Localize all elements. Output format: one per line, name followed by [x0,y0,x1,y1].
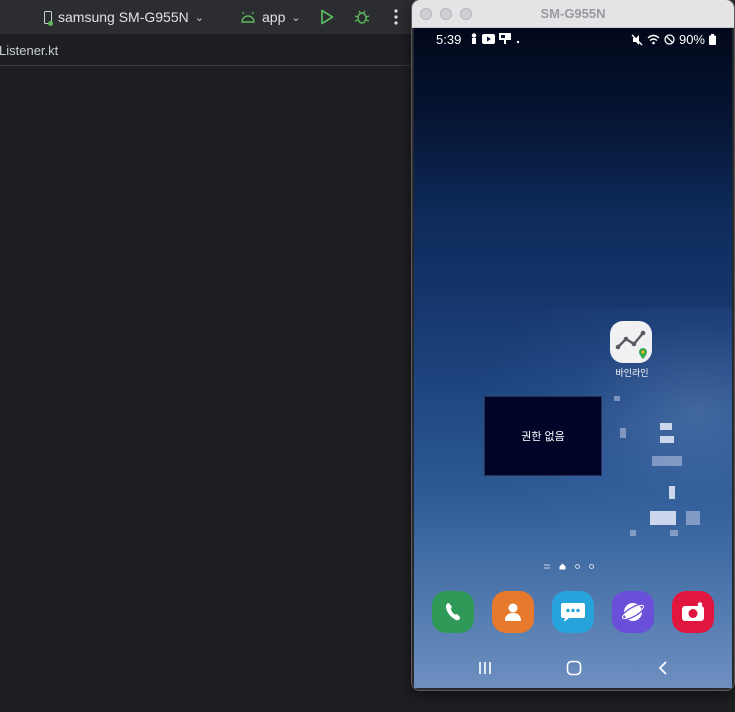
phone-app-icon[interactable] [432,591,474,633]
youtube-notification-icon [482,33,495,44]
home-icon [566,660,582,676]
dot-notification-icon [516,40,520,43]
recents-button[interactable] [472,656,498,680]
editor-tab-listener[interactable]: Listener.kt [0,43,58,58]
app-dock [432,591,718,633]
phone-device-icon [44,10,53,26]
contacts-app-icon[interactable] [492,591,534,633]
wifi-icon [647,34,660,45]
page-dot [589,564,594,569]
device-selector-label: samsung SM-G955N [58,9,189,25]
run-config-label: app [262,9,286,25]
more-vertical-icon [394,9,398,25]
run-config-selector[interactable]: app ⌄ [240,6,301,28]
status-time: 5:39 [436,32,462,47]
play-icon [321,9,334,25]
pixel-artifact [650,511,676,525]
emulator-window: SM-G955N 5:39 90% 바인라인 권한 없음 [412,0,734,690]
person-notification-icon [471,33,477,44]
android-icon [241,11,255,23]
emulator-title: SM-G955N [540,6,606,21]
mute-icon [631,34,643,45]
permission-toast: 권한 없음 [484,396,602,476]
home-button[interactable] [561,656,587,680]
home-page-icon [559,563,566,570]
phone-screen[interactable]: 5:39 90% 바인라인 권한 없음 [414,28,732,688]
pixel-artifact [660,423,672,430]
bainline-app-icon [610,321,652,363]
chevron-down-icon: ⌄ [194,11,204,24]
cast-notification-icon [499,33,511,44]
back-button[interactable] [650,656,676,680]
page-dot [575,564,580,569]
pixel-artifact [652,456,682,466]
pixel-artifact [630,530,636,536]
pixel-artifact [669,486,675,499]
navigation-bar [414,648,732,688]
device-selector[interactable]: samsung SM-G955N ⌄ [44,6,204,28]
recents-icon [479,662,491,674]
more-options-button[interactable] [386,7,406,27]
messages-app-icon[interactable] [552,591,594,633]
pixel-artifact [670,530,678,536]
app-label: 바인라인 [615,368,649,378]
pixel-artifact [660,436,674,443]
do-not-disturb-icon [664,34,675,45]
list-page-icon [544,564,550,569]
notification-icons [470,33,521,44]
back-icon [658,661,667,675]
status-bar: 5:39 90% [414,28,732,50]
chevron-down-icon: ⌄ [291,11,301,24]
debug-button[interactable] [352,7,372,27]
bug-icon [354,10,370,24]
toast-message: 권한 없음 [521,431,565,443]
battery-percent: 90% [678,32,705,47]
page-indicator[interactable] [544,563,594,570]
pixel-artifact [614,396,620,401]
internet-app-icon[interactable] [612,591,654,633]
pixel-artifact [686,511,700,525]
battery-icon [709,34,716,45]
run-button[interactable] [317,7,337,27]
camera-app-icon[interactable] [672,591,714,633]
emulator-titlebar[interactable]: SM-G955N [412,0,734,28]
pixel-artifact [620,428,626,438]
home-app-shortcut[interactable]: 바인라인 [610,321,654,379]
